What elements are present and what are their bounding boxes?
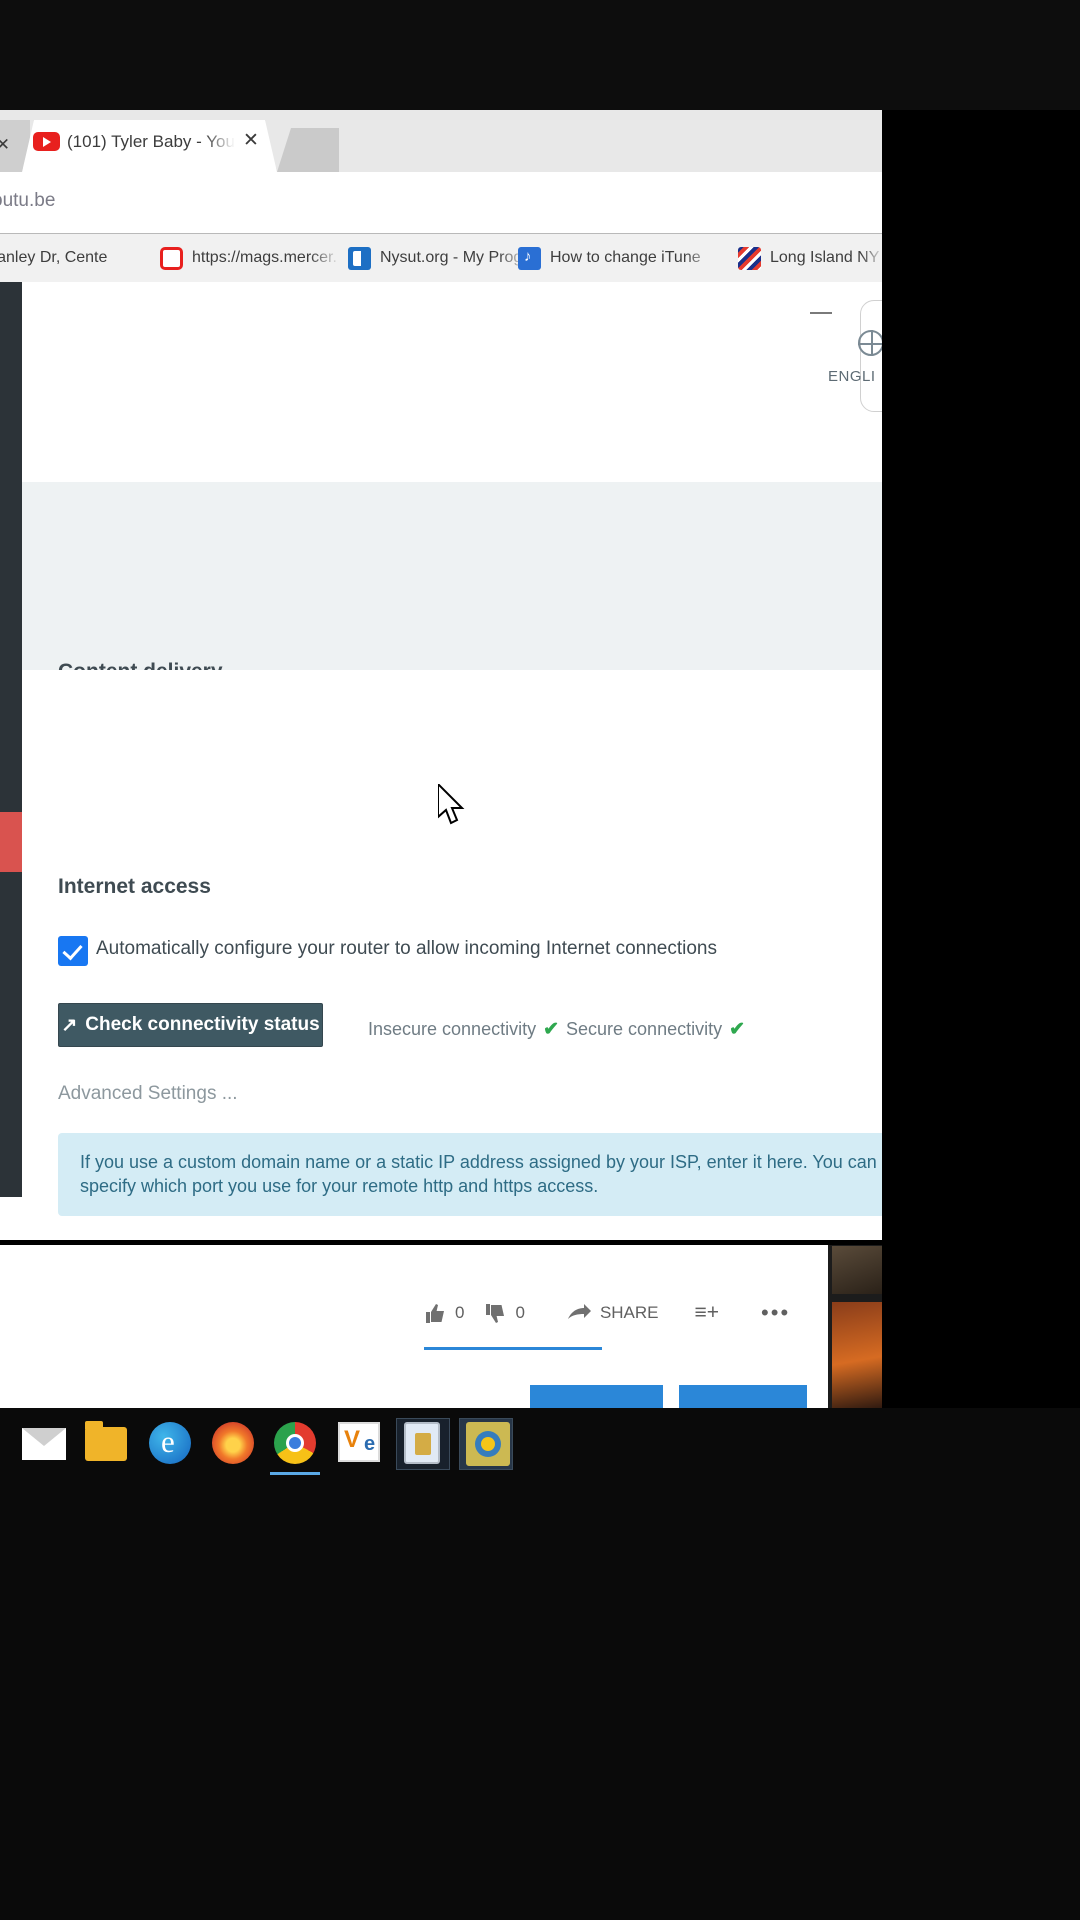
mouse-cursor	[438, 784, 465, 825]
firefox-icon[interactable]	[212, 1422, 256, 1466]
bookmark-item[interactable]: Nysut.org - My Progr	[348, 244, 528, 272]
music-note-icon	[518, 246, 541, 270]
bookmarks-bar: Stanley Dr, Cente https://mags.mercer. N…	[0, 234, 884, 282]
browser-window: ✕ (101) Tyler Baby - YouTub ✕ outu.be St…	[0, 110, 884, 1240]
browser-tabstrip: ✕ (101) Tyler Baby - YouTub ✕	[0, 110, 882, 172]
thumbs-down-icon	[486, 1303, 505, 1323]
info-message: If you use a custom domain name or a sta…	[58, 1133, 882, 1216]
app-sidebar[interactable]	[0, 282, 22, 1197]
striped-flag-icon	[738, 246, 761, 270]
check-connectivity-label: Check connectivity status	[85, 1014, 320, 1035]
save-to-playlist-icon[interactable]: ≡+	[695, 1301, 720, 1325]
share-arrow-icon	[567, 1304, 591, 1319]
youtube-page-background	[0, 1245, 882, 1408]
mail-icon[interactable]	[22, 1422, 66, 1466]
router-admin-app: ENGLI Content delivery Preferred deliver…	[0, 282, 882, 1240]
youtube-thumbnail[interactable]	[832, 1246, 882, 1294]
dislike-button[interactable]: 0	[484, 1303, 525, 1324]
insecure-check-icon: ✔	[543, 1019, 560, 1040]
address-bar-text: outu.be	[0, 190, 56, 211]
edge-icon[interactable]	[149, 1422, 193, 1466]
bookmark-label: How to change iTune	[550, 249, 701, 266]
internet-access-section	[22, 670, 882, 1197]
advanced-settings-link[interactable]: Advanced Settings ...	[58, 1083, 238, 1105]
language-label[interactable]: ENGLI	[828, 368, 876, 385]
screen-top-black-band	[0, 0, 1080, 110]
tab-inactive-next[interactable]	[277, 128, 339, 172]
tab-title: (101) Tyler Baby - YouTub	[67, 132, 235, 151]
bookmark-item[interactable]: https://mags.mercer.	[160, 244, 340, 272]
app-header	[22, 282, 882, 374]
window-rounded-edge	[860, 300, 882, 412]
internet-access-title: Internet access	[58, 875, 211, 898]
auto-configure-label: Automatically configure your router to a…	[96, 938, 717, 959]
bookmark-label: Stanley Dr, Cente	[0, 249, 108, 266]
check-connectivity-button[interactable]: ↗ Check connectivity status	[58, 1003, 323, 1047]
youtube-thumbnail[interactable]	[832, 1302, 882, 1408]
arrow-up-right-icon: ↗	[61, 1014, 78, 1036]
secure-check-icon: ✔	[729, 1019, 746, 1040]
bookmark-label: https://mags.mercer.	[192, 249, 337, 266]
chrome-icon[interactable]	[274, 1422, 318, 1466]
package-selection-box	[396, 1418, 450, 1470]
minimize-button[interactable]	[810, 312, 832, 314]
auto-configure-checkbox[interactable]	[58, 936, 88, 966]
blue-book-icon	[348, 246, 371, 270]
bookmark-item[interactable]: Stanley Dr, Cente	[0, 244, 142, 272]
address-bar[interactable]: outu.be	[0, 172, 882, 234]
share-button[interactable]: SHARE	[567, 1303, 659, 1323]
chrome-active-indicator	[270, 1472, 320, 1475]
sidebar-item-selected[interactable]	[0, 812, 22, 872]
bookmark-label: Long Island NY Gas	[770, 249, 884, 266]
file-explorer-icon[interactable]	[85, 1421, 129, 1466]
insecure-connectivity-label: Insecure connectivity	[368, 1019, 537, 1039]
bookmark-item[interactable]: Long Island NY Gas	[738, 244, 888, 272]
bookmark-label: Nysut.org - My Progr	[380, 249, 528, 266]
vlc-icon[interactable]	[338, 1422, 382, 1466]
more-options-icon[interactable]: •••	[761, 1300, 790, 1326]
youtube-progress-bar[interactable]	[424, 1347, 602, 1350]
secure-connectivity-label: Secure connectivity	[566, 1019, 723, 1039]
thumbs-up-icon	[426, 1303, 444, 1323]
share-label: SHARE	[599, 1303, 659, 1322]
taskbar-icon-row	[0, 1408, 1080, 1478]
close-icon[interactable]: ✕	[243, 131, 259, 150]
windows-taskbar	[0, 1408, 1080, 1920]
like-button[interactable]: 0	[424, 1303, 464, 1324]
tab-previous-close-icon[interactable]: ✕	[0, 136, 10, 153]
youtube-action-row: 0 0 SHARE ≡+ •••	[424, 1300, 790, 1326]
dislike-count: 0	[515, 1303, 525, 1322]
like-count: 0	[455, 1303, 465, 1322]
globe-icon[interactable]	[858, 330, 882, 356]
connectivity-status: Insecure connectivity ✔ Secure connectiv…	[368, 1018, 745, 1041]
content-delivery-section	[22, 482, 882, 670]
bookmark-item[interactable]: How to change iTune	[518, 244, 718, 272]
red-ring-icon	[160, 246, 183, 270]
youtube-icon	[33, 132, 60, 151]
